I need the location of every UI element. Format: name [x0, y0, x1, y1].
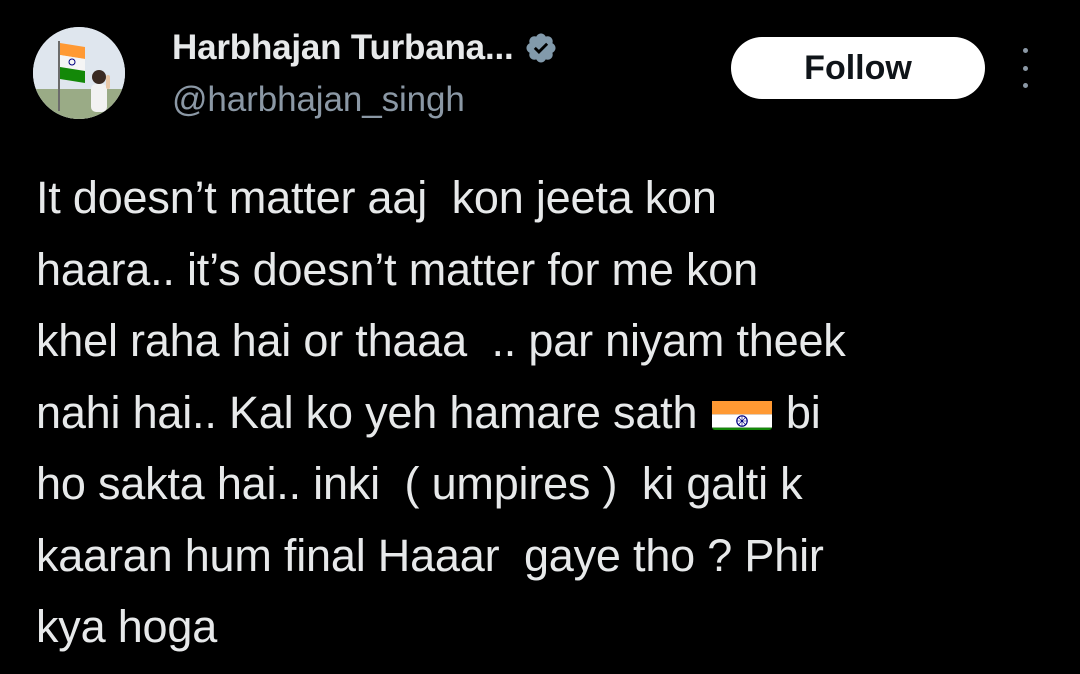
- tweet-line: kaaran hum final Haaar gaye tho ? Phir: [36, 529, 824, 581]
- tweet-text: It doesn’t matter aaj kon jeeta kon haar…: [36, 162, 1066, 663]
- avatar-image: [33, 27, 125, 119]
- tweet-line-part: bi: [773, 386, 821, 438]
- tweet-line: nahi hai.. Kal ko yeh hamare sath bi: [36, 377, 1066, 449]
- tweet-line: ho sakta hai.. inki ( umpires ) ki galti…: [36, 458, 803, 509]
- tweet-line: haara.. it’s doesn’t matter for me kon: [36, 243, 758, 295]
- more-dot: [1022, 48, 1028, 53]
- avatar[interactable]: [33, 27, 125, 119]
- author-handle[interactable]: @harbhajan_singh: [172, 80, 465, 120]
- tweet-line-part: nahi hai.. Kal ko yeh hamare sath: [36, 386, 710, 438]
- author-name-row: Harbhajan Turbana...: [172, 26, 558, 70]
- tweet-card: Harbhajan Turbana... @harbhajan_singh Fo…: [0, 0, 1080, 674]
- india-flag-icon: [711, 390, 772, 430]
- follow-button[interactable]: Follow: [731, 37, 985, 99]
- verified-badge-icon: [524, 31, 558, 65]
- tweet-line: kya hoga: [36, 601, 218, 652]
- more-vertical-icon[interactable]: [1012, 48, 1038, 88]
- tweet-line: khel raha hai or thaaa .. par niyam thee…: [36, 315, 846, 366]
- more-dot: [1022, 65, 1028, 71]
- tweet-line: It doesn’t matter aaj kon jeeta kon: [36, 172, 717, 223]
- author-display-name[interactable]: Harbhajan Turbana...: [172, 28, 514, 68]
- more-dot: [1022, 83, 1028, 88]
